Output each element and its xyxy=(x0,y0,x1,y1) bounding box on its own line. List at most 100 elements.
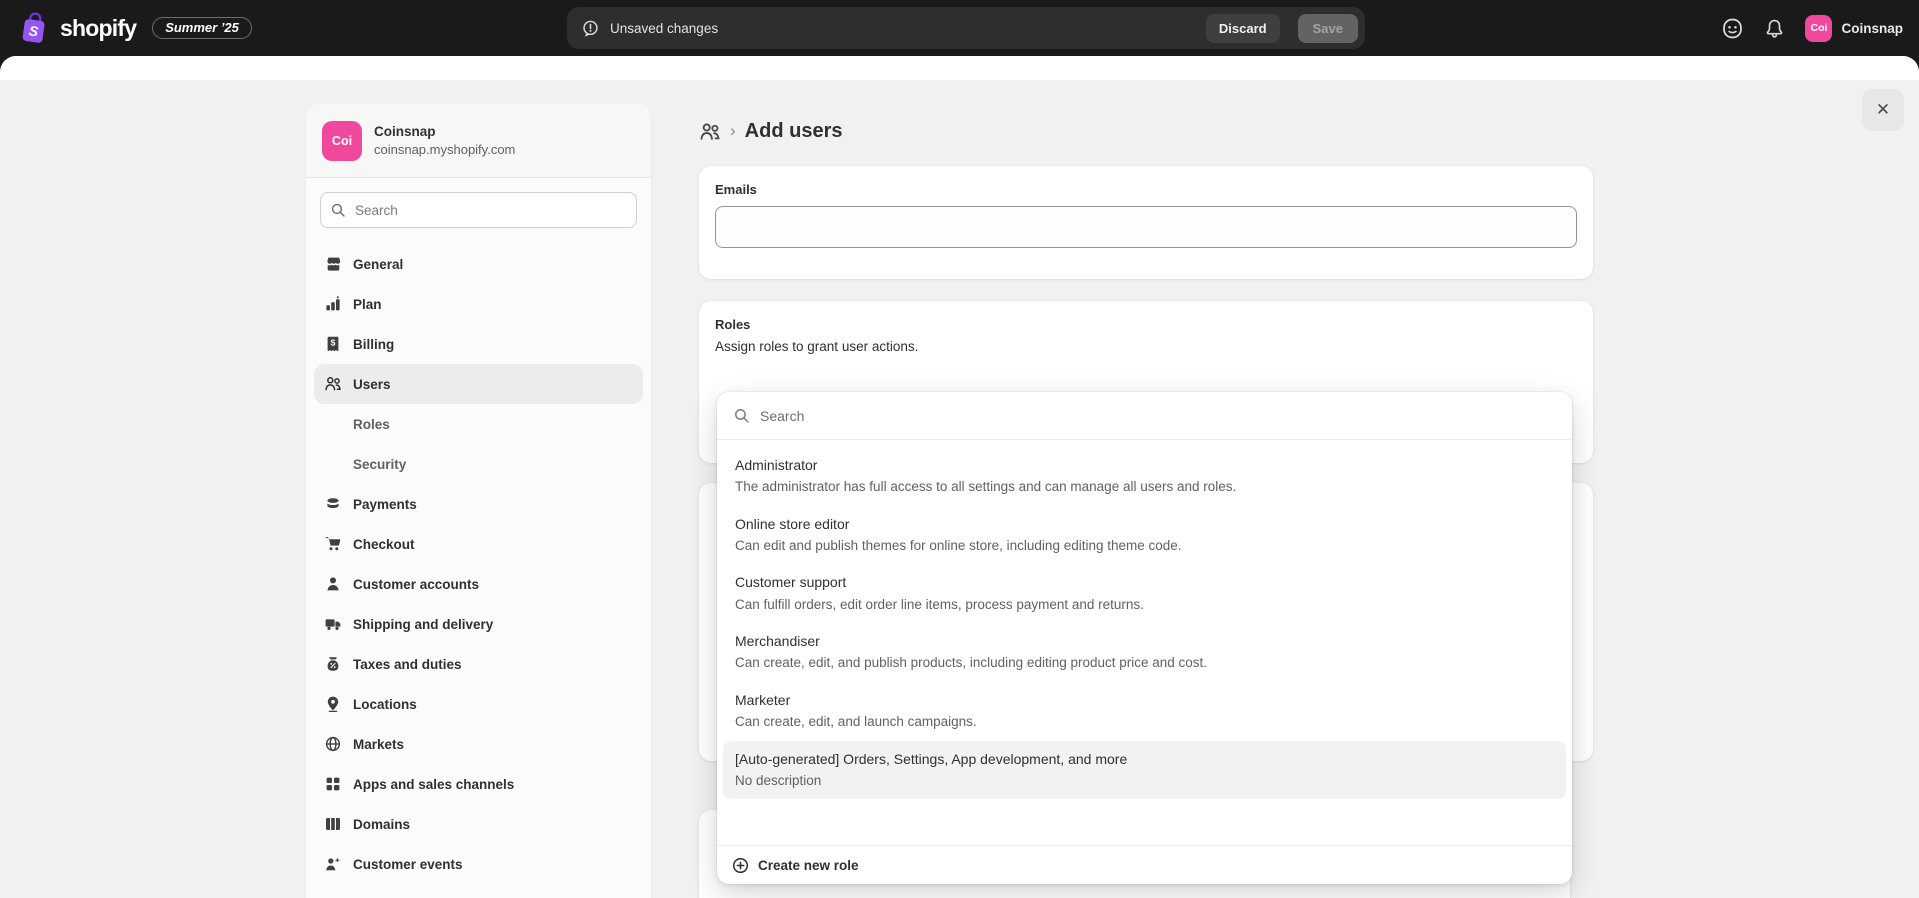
shipping-truck-icon xyxy=(324,615,342,633)
account-menu[interactable]: Coi Coinsnap xyxy=(1805,15,1903,42)
unsaved-changes-message: Unsaved changes xyxy=(610,21,1196,36)
sidebar-item-checkout[interactable]: Checkout xyxy=(314,524,643,564)
topbar: S shopify Summer ’25 Unsaved changes Dis… xyxy=(0,0,1919,56)
store-domain: coinsnap.myshopify.com xyxy=(374,142,515,157)
sidebar-item-label: Shipping and delivery xyxy=(353,617,493,632)
sidebar-search xyxy=(320,192,637,228)
role-description: Can fulfill orders, edit order line item… xyxy=(735,596,1554,614)
sidebar-search-input[interactable] xyxy=(320,192,637,228)
shopify-logo-icon: S xyxy=(18,10,50,46)
close-icon: ✕ xyxy=(1876,100,1890,120)
role-description: The administrator has full access to all… xyxy=(735,478,1554,496)
sidebar-item-label: General xyxy=(353,257,403,272)
users-icon xyxy=(324,375,342,393)
role-name: Marketer xyxy=(735,691,1554,709)
sidebar-item-label: Markets xyxy=(353,737,404,752)
emails-input[interactable] xyxy=(715,206,1577,248)
store-avatar: Coi xyxy=(322,121,362,161)
sidebar-item-label: Domains xyxy=(353,817,410,832)
sidebar-item-plan[interactable]: Plan xyxy=(314,284,643,324)
page-title: Add users xyxy=(745,120,843,143)
account-name: Coinsnap xyxy=(1841,21,1903,36)
sidebar-item-label: Taxes and duties xyxy=(353,657,462,672)
shopify-settings-window: S shopify Summer ’25 Unsaved changes Dis… xyxy=(0,0,1919,898)
roles-search-input[interactable] xyxy=(760,408,1556,424)
create-new-role-button[interactable]: Create new role xyxy=(717,845,1572,884)
brand[interactable]: S shopify Summer ’25 xyxy=(18,0,252,56)
store-name: Coinsnap xyxy=(374,124,515,141)
sidekick-icon[interactable] xyxy=(1721,17,1744,40)
role-option-administrator[interactable]: Administrator The administrator has full… xyxy=(723,447,1566,506)
sidebar-item-markets[interactable]: Markets xyxy=(314,724,643,764)
svg-text:$: $ xyxy=(331,338,336,348)
sidebar-item-security[interactable]: Security xyxy=(314,444,643,484)
avatar: Coi xyxy=(1805,15,1832,42)
settings-panel: ✕ Coi Coinsnap coinsnap.myshopify.com xyxy=(0,56,1919,898)
discard-button[interactable]: Discard xyxy=(1206,14,1280,43)
unsaved-changes-bar: Unsaved changes Discard Save xyxy=(567,7,1365,49)
sidebar-item-label: Plan xyxy=(353,297,382,312)
role-description: Can edit and publish themes for online s… xyxy=(735,537,1554,555)
sidebar-item-taxes[interactable]: Taxes and duties xyxy=(314,644,643,684)
sidebar-item-label: Customer events xyxy=(353,857,463,872)
role-option-auto-generated[interactable]: [Auto-generated] Orders, Settings, App d… xyxy=(723,741,1566,800)
sidebar-item-label: Payments xyxy=(353,497,417,512)
save-button[interactable]: Save xyxy=(1298,14,1358,43)
store-icon xyxy=(324,255,342,273)
emails-label: Emails xyxy=(715,182,1577,197)
customer-events-icon xyxy=(324,855,342,873)
sidebar-item-payments[interactable]: Payments xyxy=(314,484,643,524)
sidebar-item-roles[interactable]: Roles xyxy=(314,404,643,444)
sidebar-item-users[interactable]: Users xyxy=(314,364,643,404)
store-header[interactable]: Coi Coinsnap coinsnap.myshopify.com xyxy=(306,104,651,178)
roles-search xyxy=(717,392,1572,440)
sidebar-item-label: Checkout xyxy=(353,537,415,552)
create-new-role-label: Create new role xyxy=(758,858,859,873)
sidebar-item-shipping[interactable]: Shipping and delivery xyxy=(314,604,643,644)
sidebar-item-label: Users xyxy=(353,377,391,392)
role-description: Can create, edit, and launch campaigns. xyxy=(735,713,1554,731)
brand-wordmark: shopify xyxy=(60,15,136,42)
sidebar-item-apps[interactable]: Apps and sales channels xyxy=(314,764,643,804)
payments-icon xyxy=(324,495,342,513)
users-icon[interactable] xyxy=(699,121,721,143)
role-name: Online store editor xyxy=(735,515,1554,533)
settings-nav: General Plan $ Billing xyxy=(306,232,651,884)
sidebar-item-label: Roles xyxy=(353,417,390,432)
role-option-merchandiser[interactable]: Merchandiser Can create, edit, and publi… xyxy=(723,623,1566,682)
domains-icon xyxy=(324,815,342,833)
chevron-right-icon: › xyxy=(730,122,736,141)
checkout-cart-icon xyxy=(324,535,342,553)
apps-grid-icon xyxy=(324,775,342,793)
panel-top-strip xyxy=(0,56,1919,80)
role-option-marketer[interactable]: Marketer Can create, edit, and launch ca… xyxy=(723,682,1566,741)
billing-icon: $ xyxy=(324,335,342,353)
role-name: Administrator xyxy=(735,456,1554,474)
locations-pin-icon xyxy=(324,695,342,713)
customer-accounts-icon xyxy=(324,575,342,593)
sidebar-item-customer-accounts[interactable]: Customer accounts xyxy=(314,564,643,604)
sidebar-item-customer-events[interactable]: Customer events xyxy=(314,844,643,884)
sidebar-item-label: Locations xyxy=(353,697,417,712)
search-icon xyxy=(330,202,346,218)
roles-dropdown: Administrator The administrator has full… xyxy=(717,392,1572,884)
alert-icon xyxy=(581,19,600,38)
notifications-bell-icon[interactable] xyxy=(1764,18,1785,39)
sidebar-item-domains[interactable]: Domains xyxy=(314,804,643,844)
roles-description: Assign roles to grant user actions. xyxy=(715,339,1577,354)
close-settings-button[interactable]: ✕ xyxy=(1862,89,1904,131)
sidebar-item-locations[interactable]: Locations xyxy=(314,684,643,724)
role-name: [Auto-generated] Orders, Settings, App d… xyxy=(735,750,1554,768)
plus-circle-icon xyxy=(732,857,749,874)
plan-icon xyxy=(324,295,342,313)
role-option-online-store-editor[interactable]: Online store editor Can edit and publish… xyxy=(723,506,1566,565)
role-option-customer-support[interactable]: Customer support Can fulfill orders, edi… xyxy=(723,564,1566,623)
markets-globe-icon xyxy=(324,735,342,753)
role-list: Administrator The administrator has full… xyxy=(717,440,1572,845)
sidebar-item-general[interactable]: General xyxy=(314,244,643,284)
role-description: No description xyxy=(735,772,1554,790)
role-name: Customer support xyxy=(735,573,1554,591)
edition-badge[interactable]: Summer ’25 xyxy=(152,17,252,39)
sidebar-item-billing[interactable]: $ Billing xyxy=(314,324,643,364)
role-name: Merchandiser xyxy=(735,632,1554,650)
